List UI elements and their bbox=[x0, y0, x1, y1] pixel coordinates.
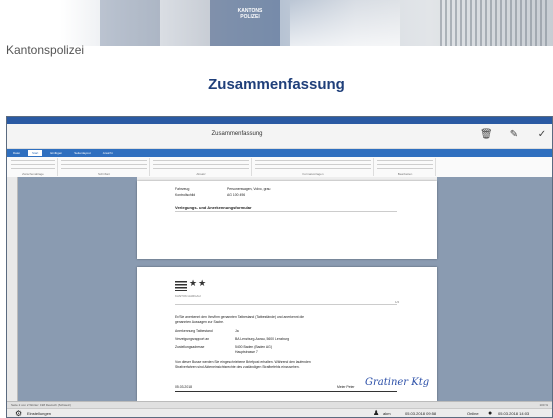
doc-title: Zusammenfassung bbox=[211, 131, 263, 137]
field-value: Ja bbox=[235, 329, 239, 333]
ribbon-body: Zwischenablage Schriftart Absatz Formatv… bbox=[7, 157, 552, 178]
field-label: Anerkennung Tatbestand bbox=[175, 329, 213, 333]
field-label: Verzeigungsrapport an bbox=[175, 337, 210, 341]
globe-icon: ● bbox=[488, 410, 493, 417]
ribbon-group-clipboard[interactable]: Zwischenablage bbox=[9, 158, 58, 176]
document-page-1[interactable]: Fahrzeug Personenwagen, Volvo, grau Kont… bbox=[137, 181, 437, 259]
login-time: 05.03.2018 09:58 bbox=[405, 411, 437, 416]
canton-logo bbox=[175, 281, 187, 291]
slide-title: Zusammenfassung bbox=[208, 76, 345, 93]
check-icon[interactable]: ✓ bbox=[536, 129, 548, 141]
banner-image: KANTONS POLIZEI bbox=[60, 0, 553, 46]
vertical-ruler bbox=[7, 177, 18, 401]
ribbon-group-font[interactable]: Schriftart bbox=[59, 158, 150, 176]
divider bbox=[175, 304, 397, 305]
field-value: Hauptstrasse 7 bbox=[235, 350, 258, 354]
org-label: Kantonspolizei bbox=[6, 43, 85, 57]
signer-name: Meier Peter bbox=[337, 385, 355, 389]
divider bbox=[175, 211, 397, 212]
org-name: KANTON AARGAU bbox=[175, 294, 201, 298]
field-value: 5400 Baden (Baden AG) bbox=[235, 345, 272, 349]
document-date: 05.03.2018 bbox=[175, 385, 192, 389]
document-page-2[interactable]: ★★ KANTON AARGAU 1/2 Er/Sie anerkennt de… bbox=[137, 267, 437, 401]
ribbon-tabs: Datei Start Einfügen Seitenlayout Ansich… bbox=[7, 149, 552, 157]
clock: 05.03.2018 14:03 bbox=[498, 411, 530, 416]
tab-start[interactable]: Start bbox=[28, 150, 43, 156]
document-workspace[interactable]: Fahrzeug Personenwagen, Volvo, grau Kont… bbox=[7, 177, 552, 401]
slide-header: KANTONS POLIZEI Kantonspolizei bbox=[0, 0, 553, 60]
note-text: Strafverfahren sind Akteneinsichtsrechte… bbox=[175, 365, 300, 369]
field-label: Zustellungsadresse bbox=[175, 345, 205, 349]
settings-icon[interactable]: ⚙ bbox=[15, 410, 23, 418]
edit-icon[interactable]: ✎ bbox=[508, 129, 520, 141]
ribbon-group-edit[interactable]: Bearbeiten bbox=[375, 158, 436, 176]
note-text: Von dieser Busse werden Sie eingeschrieb… bbox=[175, 360, 311, 364]
field-value: Personenwagen, Volvo, grau bbox=[227, 187, 271, 191]
tab-view[interactable]: Ansicht bbox=[99, 150, 117, 156]
field-value: BA Lenzburg-Aarau, 5600 Lenzburg bbox=[235, 337, 290, 341]
user-name: akm bbox=[383, 411, 391, 416]
tab-insert[interactable]: Einfügen bbox=[46, 150, 66, 156]
section-heading: Verlegungs- und Anerkennungsformular bbox=[175, 205, 252, 210]
canton-stars: ★★ bbox=[189, 278, 208, 288]
trash-icon[interactable]: 🗑 bbox=[480, 129, 493, 141]
zoom-level[interactable]: 100 % bbox=[539, 403, 548, 407]
app-window: Dokument Zusammenfassung 🗑 ✎ ✓ Datei Sta… bbox=[6, 116, 553, 418]
field-label: Fahrzeug bbox=[175, 187, 190, 191]
intro-text: genannten Aussagen zur Sache. bbox=[175, 320, 225, 324]
status-indicator: Online bbox=[467, 411, 479, 416]
intro-text: Er/Sie anerkennt den Ihm/ihm genannten T… bbox=[175, 315, 305, 319]
handwritten-signature: Gratiner Ktg bbox=[365, 377, 430, 388]
settings-button[interactable]: Einstellungen bbox=[27, 411, 51, 416]
field-label: Kontrollschild bbox=[175, 193, 196, 197]
user-icon: ♟ bbox=[373, 410, 380, 417]
statusbar-info: Seite 2 von 2 Wörter: 198 Deutsch (Schwe… bbox=[11, 403, 71, 407]
tab-layout[interactable]: Seitenlayout bbox=[70, 150, 95, 156]
field-value: AG 100 496 bbox=[227, 193, 246, 197]
banner-sign: KANTONS POLIZEI bbox=[237, 8, 263, 20]
tab-file[interactable]: Datei bbox=[9, 150, 24, 156]
divider bbox=[175, 391, 397, 392]
os-titlebar: Dokument bbox=[7, 117, 552, 131]
ribbon-group-paragraph[interactable]: Absatz bbox=[151, 158, 252, 176]
ribbon-group-styles[interactable]: Formatvorlagen bbox=[253, 158, 374, 176]
taskbar: ⚙ Einstellungen ♟ akm 05.03.2018 09:58 O… bbox=[7, 408, 552, 418]
doc-titlebar: Zusammenfassung 🗑 ✎ ✓ bbox=[7, 124, 552, 149]
